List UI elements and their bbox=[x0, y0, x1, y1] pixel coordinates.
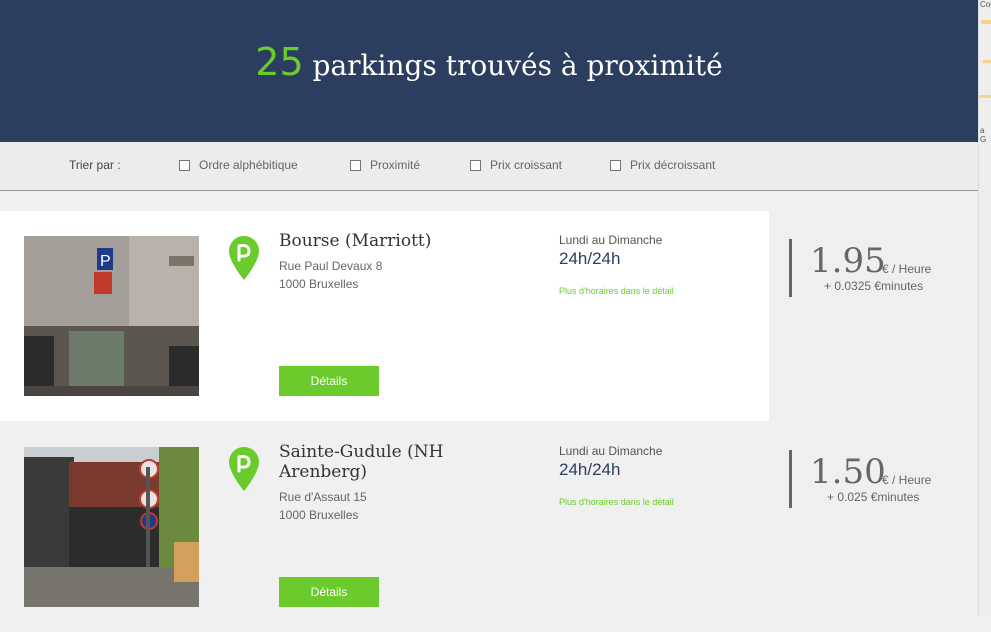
price-divider bbox=[789, 450, 792, 508]
parking-card: P Bourse (Marriott) Rue Paul Devaux 8 10… bbox=[0, 211, 978, 421]
sort-option-label: Prix décroissant bbox=[630, 158, 716, 172]
map-label: a G bbox=[980, 126, 987, 144]
opening-hours: 24h/24h bbox=[559, 249, 621, 268]
map-strip[interactable]: Cor a G bbox=[978, 0, 991, 617]
sort-option-label: Prix croissant bbox=[490, 158, 563, 172]
sort-proximity[interactable]: Proximité bbox=[350, 158, 420, 172]
map-label: Cor bbox=[980, 0, 991, 9]
results-header: 25 parkings trouvés à proximité bbox=[0, 0, 978, 142]
parking-info: P Bourse (Marriott) Rue Paul Devaux 8 10… bbox=[0, 211, 769, 421]
price-panel: 1.50 € / Heure + 0.025 €minutes bbox=[769, 422, 978, 632]
parking-city: 1000 Bruxelles bbox=[279, 277, 359, 291]
opening-days: Lundi au Dimanche bbox=[559, 233, 663, 247]
sort-price-desc[interactable]: Prix décroissant bbox=[610, 158, 715, 172]
parking-street: Rue Paul Devaux 8 bbox=[279, 259, 383, 273]
parking-name[interactable]: Sainte-Gudule (NH Arenberg) bbox=[279, 442, 519, 482]
parking-pin-icon bbox=[229, 236, 259, 280]
svg-text:P: P bbox=[100, 253, 111, 270]
sort-alphabetical[interactable]: Ordre alphébitique bbox=[179, 158, 298, 172]
sort-option-label: Proximité bbox=[370, 158, 421, 172]
parking-city: 1000 Bruxelles bbox=[279, 508, 359, 522]
price-unit: € / Heure bbox=[882, 473, 932, 487]
more-hours-link[interactable]: Plus d'horaires dans le détail bbox=[559, 286, 674, 296]
parking-photo[interactable] bbox=[24, 447, 199, 607]
price-unit: € / Heure bbox=[882, 262, 932, 276]
parking-pin-icon bbox=[229, 447, 259, 491]
details-button[interactable]: Détails bbox=[279, 366, 379, 396]
price-extra: + 0.025 €minutes bbox=[827, 490, 920, 504]
sort-option-label: Ordre alphébitique bbox=[199, 158, 298, 172]
checkbox-icon[interactable] bbox=[350, 159, 361, 171]
parking-card: Sainte-Gudule (NH Arenberg) Rue d'Assaut… bbox=[0, 422, 978, 632]
sort-price-asc[interactable]: Prix croissant bbox=[470, 158, 562, 172]
sort-label: Trier par : bbox=[69, 158, 121, 172]
parking-photo[interactable]: P bbox=[24, 236, 199, 396]
parking-street: Rue d'Assaut 15 bbox=[279, 490, 367, 504]
opening-hours: 24h/24h bbox=[559, 460, 621, 479]
checkbox-icon[interactable] bbox=[179, 159, 190, 171]
price-divider bbox=[789, 239, 792, 297]
sort-bar: Trier par : Ordre alphébitique Proximité… bbox=[0, 142, 978, 191]
checkbox-icon[interactable] bbox=[470, 159, 481, 171]
parking-name[interactable]: Bourse (Marriott) bbox=[279, 231, 519, 251]
more-hours-link[interactable]: Plus d'horaires dans le détail bbox=[559, 497, 674, 507]
results-title-text: parkings trouvés à proximité bbox=[312, 49, 723, 82]
price-value: 1.50 bbox=[810, 452, 886, 492]
price-extra: + 0.0325 €minutes bbox=[824, 279, 924, 293]
price-value: 1.95 bbox=[810, 241, 886, 281]
results-title: 25 parkings trouvés à proximité bbox=[0, 40, 978, 84]
opening-days: Lundi au Dimanche bbox=[559, 444, 663, 458]
results-count: 25 bbox=[255, 40, 304, 84]
price-panel: 1.95 € / Heure + 0.0325 €minutes bbox=[769, 211, 978, 421]
details-button[interactable]: Détails bbox=[279, 577, 379, 607]
checkbox-icon[interactable] bbox=[610, 159, 621, 171]
parking-info: Sainte-Gudule (NH Arenberg) Rue d'Assaut… bbox=[0, 422, 769, 632]
